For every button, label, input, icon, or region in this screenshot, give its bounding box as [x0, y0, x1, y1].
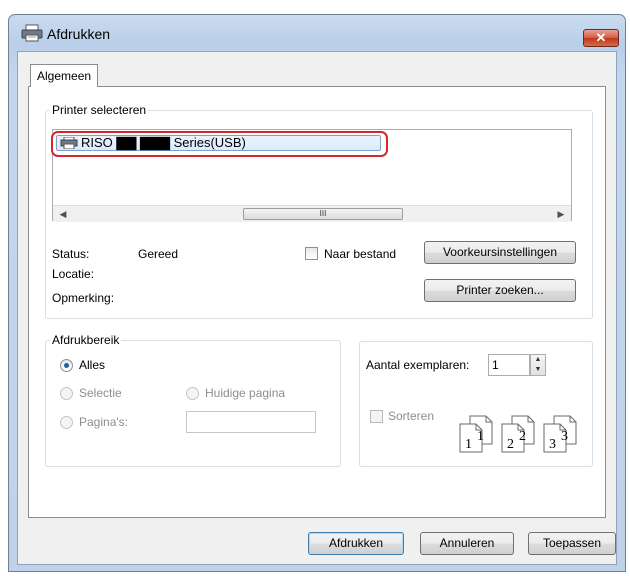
print-to-file-label[interactable]: Naar bestand — [324, 247, 396, 261]
close-icon: ✕ — [595, 30, 607, 45]
scroll-grip-icon: III — [319, 209, 327, 218]
copies-spinner[interactable]: ▲ ▼ — [530, 354, 546, 376]
radio-current-page-label[interactable]: Huidige pagina — [205, 386, 285, 400]
radio-selection-label[interactable]: Selectie — [79, 386, 122, 400]
highlight-box — [51, 131, 388, 157]
status-value: Gereed — [138, 247, 179, 261]
scroll-right-icon[interactable]: ▶ — [553, 206, 569, 222]
printer-icon — [21, 24, 43, 42]
print-to-file-checkbox[interactable] — [305, 247, 318, 260]
tab-algemeen[interactable]: Algemeen — [30, 64, 99, 87]
comment-label: Opmerking: — [52, 291, 115, 305]
printer-list[interactable]: RISO ▇▇ ▇▇▇ Series(USB) ◀ III ▶ — [51, 129, 572, 222]
close-button[interactable]: ✕ — [583, 29, 619, 47]
radio-current-page[interactable] — [186, 387, 199, 400]
collate-page-number: 2 — [519, 429, 526, 444]
horizontal-scrollbar[interactable]: ◀ III ▶ — [53, 205, 571, 222]
window-title: Afdrukken — [47, 26, 111, 42]
spin-up-icon[interactable]: ▲ — [531, 355, 545, 365]
print-dialog: Afdrukken ✕ Algemeen Printer selecteren … — [8, 14, 626, 572]
collate-page-number: 2 — [507, 437, 514, 452]
radio-pages-label[interactable]: Pagina's: — [79, 415, 128, 429]
copies-input[interactable]: 1 — [488, 354, 530, 376]
status-label: Status: — [52, 247, 90, 261]
print-button[interactable]: Afdrukken — [308, 532, 404, 555]
dialog-body: Algemeen Printer selecteren RISO ▇▇ ▇▇▇ … — [17, 51, 617, 565]
collate-label[interactable]: Sorteren — [388, 409, 434, 423]
collate-page-number: 1 — [477, 429, 484, 444]
radio-all[interactable] — [60, 359, 73, 372]
printer-select-group: Printer selecteren RISO ▇▇ ▇▇▇ Series(US… — [45, 103, 593, 319]
scroll-thumb[interactable]: III — [243, 208, 403, 220]
page-range-legend: Afdrukbereik — [52, 333, 120, 347]
collate-pages-icon: 1 1 2 2 3 3 — [459, 415, 577, 453]
spin-down-icon[interactable]: ▼ — [531, 365, 545, 375]
tab-panel-algemeen: Printer selecteren RISO ▇▇ ▇▇▇ Series(US… — [28, 86, 606, 518]
collate-checkbox[interactable] — [370, 410, 383, 423]
page-range-group: Afdrukbereik Alles Selectie Huidige pagi… — [45, 333, 341, 467]
radio-all-label[interactable]: Alles — [79, 358, 105, 372]
collate-page-number: 1 — [465, 437, 472, 452]
copies-label: Aantal exemplaren: — [366, 358, 470, 372]
pages-input[interactable] — [186, 411, 316, 433]
preferences-button[interactable]: Voorkeursinstellingen — [424, 241, 576, 264]
printer-list-item[interactable]: RISO ▇▇ ▇▇▇ Series(USB) — [51, 131, 388, 157]
location-label: Locatie: — [52, 267, 95, 281]
collate-page-number: 3 — [561, 429, 568, 444]
collate-page-number: 3 — [549, 437, 556, 452]
radio-pages[interactable] — [60, 416, 73, 429]
title-bar[interactable]: Afdrukken ✕ — [9, 15, 625, 51]
apply-button[interactable]: Toepassen — [528, 532, 616, 555]
printer-select-legend: Printer selecteren — [52, 103, 147, 117]
radio-selection[interactable] — [60, 387, 73, 400]
cancel-button[interactable]: Annuleren — [420, 532, 514, 555]
copies-group: Aantal exemplaren: 1 ▲ ▼ Sorteren 1 1 2 … — [359, 341, 593, 467]
find-printer-button[interactable]: Printer zoeken... — [424, 279, 576, 302]
scroll-left-icon[interactable]: ◀ — [55, 206, 71, 222]
